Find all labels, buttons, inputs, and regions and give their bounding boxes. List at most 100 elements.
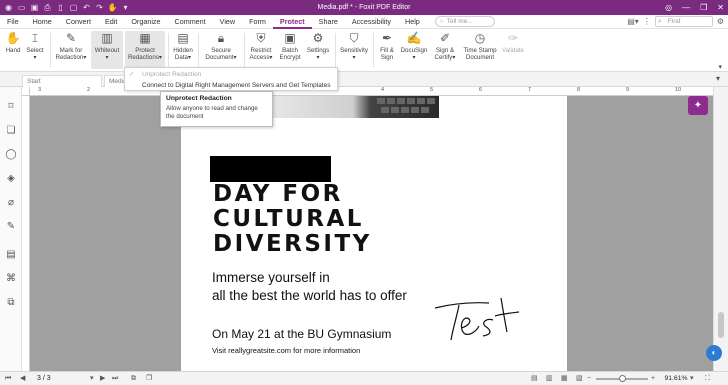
tab-accessibility[interactable]: Accessibility [345, 15, 398, 29]
search-icon: ⌕ [657, 18, 662, 25]
tab-organize[interactable]: Organize [124, 15, 167, 29]
hidden-data-icon: ▤ [177, 31, 189, 45]
copy-icon[interactable]: ⧉ [4, 296, 18, 310]
status-bar: ⏮ ◀ 3 / 3 ▾ ▶ ⏭ ⧉ ❐ ▤ ▥ ▦ ▧ − + 91.61% ▾… [0, 371, 728, 385]
layout-icon[interactable]: ▤▾ [627, 17, 639, 26]
settings-gear-icon[interactable]: ⚙ [717, 17, 724, 26]
quick-access-toolbar: ◉ ▭ ▣ ⎙ ▯ ▢ ↶ ↷ ✋ ▾ [0, 2, 131, 13]
zoom-slider-knob[interactable] [619, 375, 626, 382]
protect-redactions-label-1: Protect [135, 47, 155, 54]
zoom-level[interactable]: 91.61% [661, 374, 691, 384]
single-page-view-icon[interactable]: ▤ [531, 374, 538, 384]
document-icon[interactable]: ▤ [4, 248, 18, 262]
tag-icon[interactable]: ⌘ [4, 272, 18, 286]
ruler-tick: 4 [381, 87, 385, 93]
pdf-page[interactable]: DAY FOR CULTURAL DIVERSITY Immerse yours… [181, 96, 567, 371]
document-canvas[interactable]: DAY FOR CULTURAL DIVERSITY Immerse yours… [30, 96, 713, 371]
prev-page-icon[interactable]: ◀ [20, 374, 25, 384]
batch-encrypt-label-1: Batch [282, 47, 298, 54]
tab-protect[interactable]: Protect [272, 15, 312, 29]
zoom-dropdown-icon[interactable]: ▾ [690, 374, 694, 384]
hand-tool-icon[interactable]: ✋ [107, 2, 118, 13]
batch-encrypt-button[interactable]: ▣ Batch Encrypt [277, 31, 303, 61]
menu-item-unprotect-redaction[interactable]: ✓ Unprotect Redaction [125, 69, 337, 80]
page-icon[interactable]: ▯ [55, 2, 66, 13]
tab-home[interactable]: Home [26, 15, 59, 29]
fit-page-icon[interactable]: ⧉ [131, 374, 136, 384]
fullscreen-icon[interactable]: ⛶ [705, 374, 710, 384]
facing-continuous-view-icon[interactable]: ▧ [576, 374, 583, 384]
visit-line: Visit reallygreatsite.com for more infor… [212, 346, 361, 355]
hand-button[interactable]: ✋ Hand [3, 31, 23, 54]
chat-icon[interactable]: ◐ [706, 345, 722, 361]
tab-edit[interactable]: Edit [98, 15, 124, 29]
print-icon[interactable]: ⎙ [42, 2, 53, 13]
facing-view-icon[interactable]: ▦ [561, 374, 568, 384]
mark-for-redaction-button[interactable]: ✎ Mark for Redaction▾ [53, 31, 89, 61]
menu-item-connect-drm[interactable]: Connect to Digital Right Management Serv… [125, 80, 337, 91]
select-button[interactable]: 𝙸 Select ▾ [24, 31, 46, 61]
tell-me-box[interactable]: ○ Tell me... [434, 16, 495, 27]
tab-start[interactable]: Start [22, 75, 102, 87]
open-icon[interactable]: ▭ [16, 2, 27, 13]
hidden-data-button[interactable]: ▤ Hidden Data▾ [171, 31, 195, 61]
tab-view[interactable]: View [213, 15, 242, 29]
redo-icon[interactable]: ↷ [94, 2, 105, 13]
pages-icon[interactable]: ❏ [4, 124, 18, 138]
zoom-in-icon[interactable]: + [651, 374, 655, 384]
redaction-block[interactable] [210, 156, 331, 182]
tab-form[interactable]: Form [242, 15, 273, 29]
tab-comment[interactable]: Comment [168, 15, 213, 29]
tab-convert[interactable]: Convert [59, 15, 98, 29]
settings-button[interactable]: ⚙ Settings ▾ [304, 31, 332, 61]
new-icon[interactable]: ▢ [68, 2, 79, 13]
more-icon[interactable]: ⋮ [643, 17, 651, 26]
page-dropdown-icon[interactable]: ▾ [90, 374, 94, 384]
validate-button[interactable]: ✑ Validate [500, 31, 526, 54]
sign-certify-button[interactable]: ✐ Sign & Certify▾ [431, 31, 459, 61]
bookmark-icon[interactable]: ⌑ [4, 100, 18, 114]
layers-icon[interactable]: ◈ [4, 172, 18, 186]
continuous-view-icon[interactable]: ▥ [546, 374, 553, 384]
restrict-access-button[interactable]: ⛨ Restrict Access▾ [247, 31, 275, 61]
timestamp-document-button[interactable]: ◷ Time Stamp Document [461, 31, 499, 61]
restrict-access-label-2: Access [249, 54, 270, 61]
collapse-ribbon-icon[interactable]: ▾ [718, 63, 722, 71]
scrollbar-thumb[interactable] [718, 312, 724, 338]
save-icon[interactable]: ▣ [29, 2, 40, 13]
secure-document-button[interactable]: 🔒︎ Secure Document▾ [201, 31, 241, 61]
protect-redactions-button[interactable]: ▦ Protect Redactions▾ [125, 31, 165, 69]
close-icon[interactable]: ✕ [717, 3, 724, 12]
signature-panel-icon[interactable]: ✎ [4, 220, 18, 234]
account-icon[interactable]: ◎ [665, 3, 672, 12]
find-input[interactable]: ⌕ Find [654, 16, 713, 27]
first-page-icon[interactable]: ⏮ [5, 374, 11, 384]
docusign-button[interactable]: ✍ DocuSign ▾ [399, 31, 429, 61]
tab-list-icon[interactable]: ▾ [716, 74, 720, 83]
tab-file[interactable]: File [0, 15, 26, 29]
attachment-icon[interactable]: ⌀ [4, 196, 18, 210]
last-page-icon[interactable]: ⏭ [112, 374, 118, 384]
copy-view-icon[interactable]: ❐ [146, 374, 152, 384]
fill-sign-button[interactable]: ✒ Fill & Sign [376, 31, 398, 61]
left-navigation-panel: ⌑ ❏ ◯ ◈ ⌀ ✎ ▤ ⌘ ⧉ [0, 87, 22, 371]
tab-media[interactable]: Media [104, 75, 127, 87]
next-page-icon[interactable]: ▶ [100, 374, 105, 384]
zoom-out-icon[interactable]: − [587, 374, 591, 384]
ai-assistant-icon[interactable]: ✦ [688, 96, 708, 115]
comments-icon[interactable]: ◯ [4, 148, 18, 162]
undo-icon[interactable]: ↶ [81, 2, 92, 13]
sensitivity-button[interactable]: ⛉ Sensitivity ▾ [338, 31, 370, 61]
minimize-icon[interactable]: — [682, 3, 690, 12]
handwritten-signature[interactable] [431, 296, 527, 348]
dropdown-icon[interactable]: ▾ [120, 2, 131, 13]
restore-icon[interactable]: ❐ [700, 3, 707, 12]
page-indicator[interactable]: 3 / 3 [37, 374, 67, 384]
subtitle-line: Immerse yourself in [212, 270, 330, 285]
app-logo-icon[interactable]: ◉ [3, 2, 14, 13]
restrict-access-icon: ⛨ [256, 31, 266, 45]
tab-share[interactable]: Share [312, 15, 345, 29]
vertical-scrollbar[interactable] [713, 87, 728, 371]
tab-help[interactable]: Help [398, 15, 427, 29]
whiteout-button[interactable]: ▥ Whiteout ▾ [91, 31, 123, 69]
